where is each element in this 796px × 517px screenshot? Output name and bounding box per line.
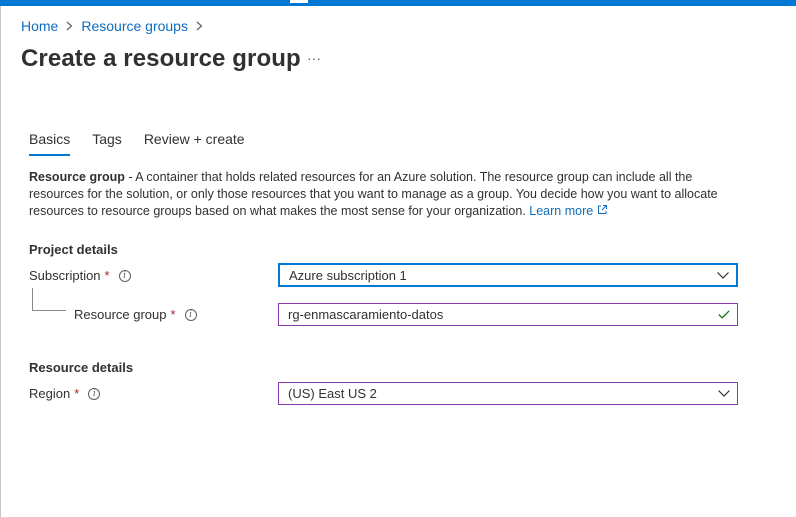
chevron-down-icon (711, 390, 737, 397)
subscription-dropdown[interactable]: Azure subscription 1 (279, 264, 737, 286)
breadcrumb-home[interactable]: Home (21, 18, 58, 34)
external-link-icon (597, 204, 608, 218)
description-bold: Resource group (29, 170, 125, 184)
resource-group-label-text: Resource group (74, 307, 167, 322)
tab-tags[interactable]: Tags (92, 131, 122, 156)
region-label: Region * i (29, 386, 101, 401)
required-asterisk: * (170, 307, 176, 322)
resource-group-value: rg-enmascaramiento-datos (288, 307, 444, 322)
resource-details-title: Resource details (29, 360, 134, 375)
info-icon[interactable]: i (184, 308, 197, 321)
more-options-icon[interactable]: ··· (307, 50, 321, 66)
chevron-right-icon (196, 19, 203, 34)
left-edge-divider (0, 6, 1, 517)
page-title: Create a resource group (21, 45, 301, 72)
info-icon[interactable]: i (118, 269, 131, 282)
resource-group-input[interactable]: rg-enmascaramiento-datos (278, 303, 738, 326)
subscription-label-text: Subscription (29, 268, 101, 283)
region-label-text: Region (29, 386, 71, 401)
required-asterisk: * (74, 386, 80, 401)
top-bar-notch (290, 0, 308, 3)
tree-connector-vertical (32, 288, 33, 310)
description: Resource group - A container that holds … (29, 169, 729, 220)
tab-review-create[interactable]: Review + create (144, 131, 245, 156)
tab-bar: Basics Tags Review + create (29, 131, 267, 156)
learn-more-link[interactable]: Learn more (529, 204, 607, 218)
breadcrumb-resource-groups[interactable]: Resource groups (81, 18, 188, 34)
checkmark-icon (711, 310, 737, 319)
top-accent-bar (0, 0, 796, 6)
required-asterisk: * (104, 268, 110, 283)
region-dropdown[interactable]: (US) East US 2 (278, 382, 738, 405)
chevron-right-icon (66, 19, 73, 34)
subscription-value: Azure subscription 1 (289, 267, 407, 283)
region-value: (US) East US 2 (288, 386, 377, 401)
resource-group-label: Resource group * i (74, 307, 197, 322)
tree-connector-horizontal (32, 310, 66, 311)
chevron-down-icon (710, 271, 736, 279)
breadcrumb: Home Resource groups (21, 18, 211, 34)
description-text: - A container that holds related resourc… (29, 170, 718, 218)
info-icon[interactable]: i (88, 387, 101, 400)
subscription-label: Subscription * i (29, 268, 131, 283)
learn-more-label: Learn more (529, 204, 594, 218)
project-details-title: Project details (29, 242, 118, 257)
tab-basics[interactable]: Basics (29, 131, 71, 156)
